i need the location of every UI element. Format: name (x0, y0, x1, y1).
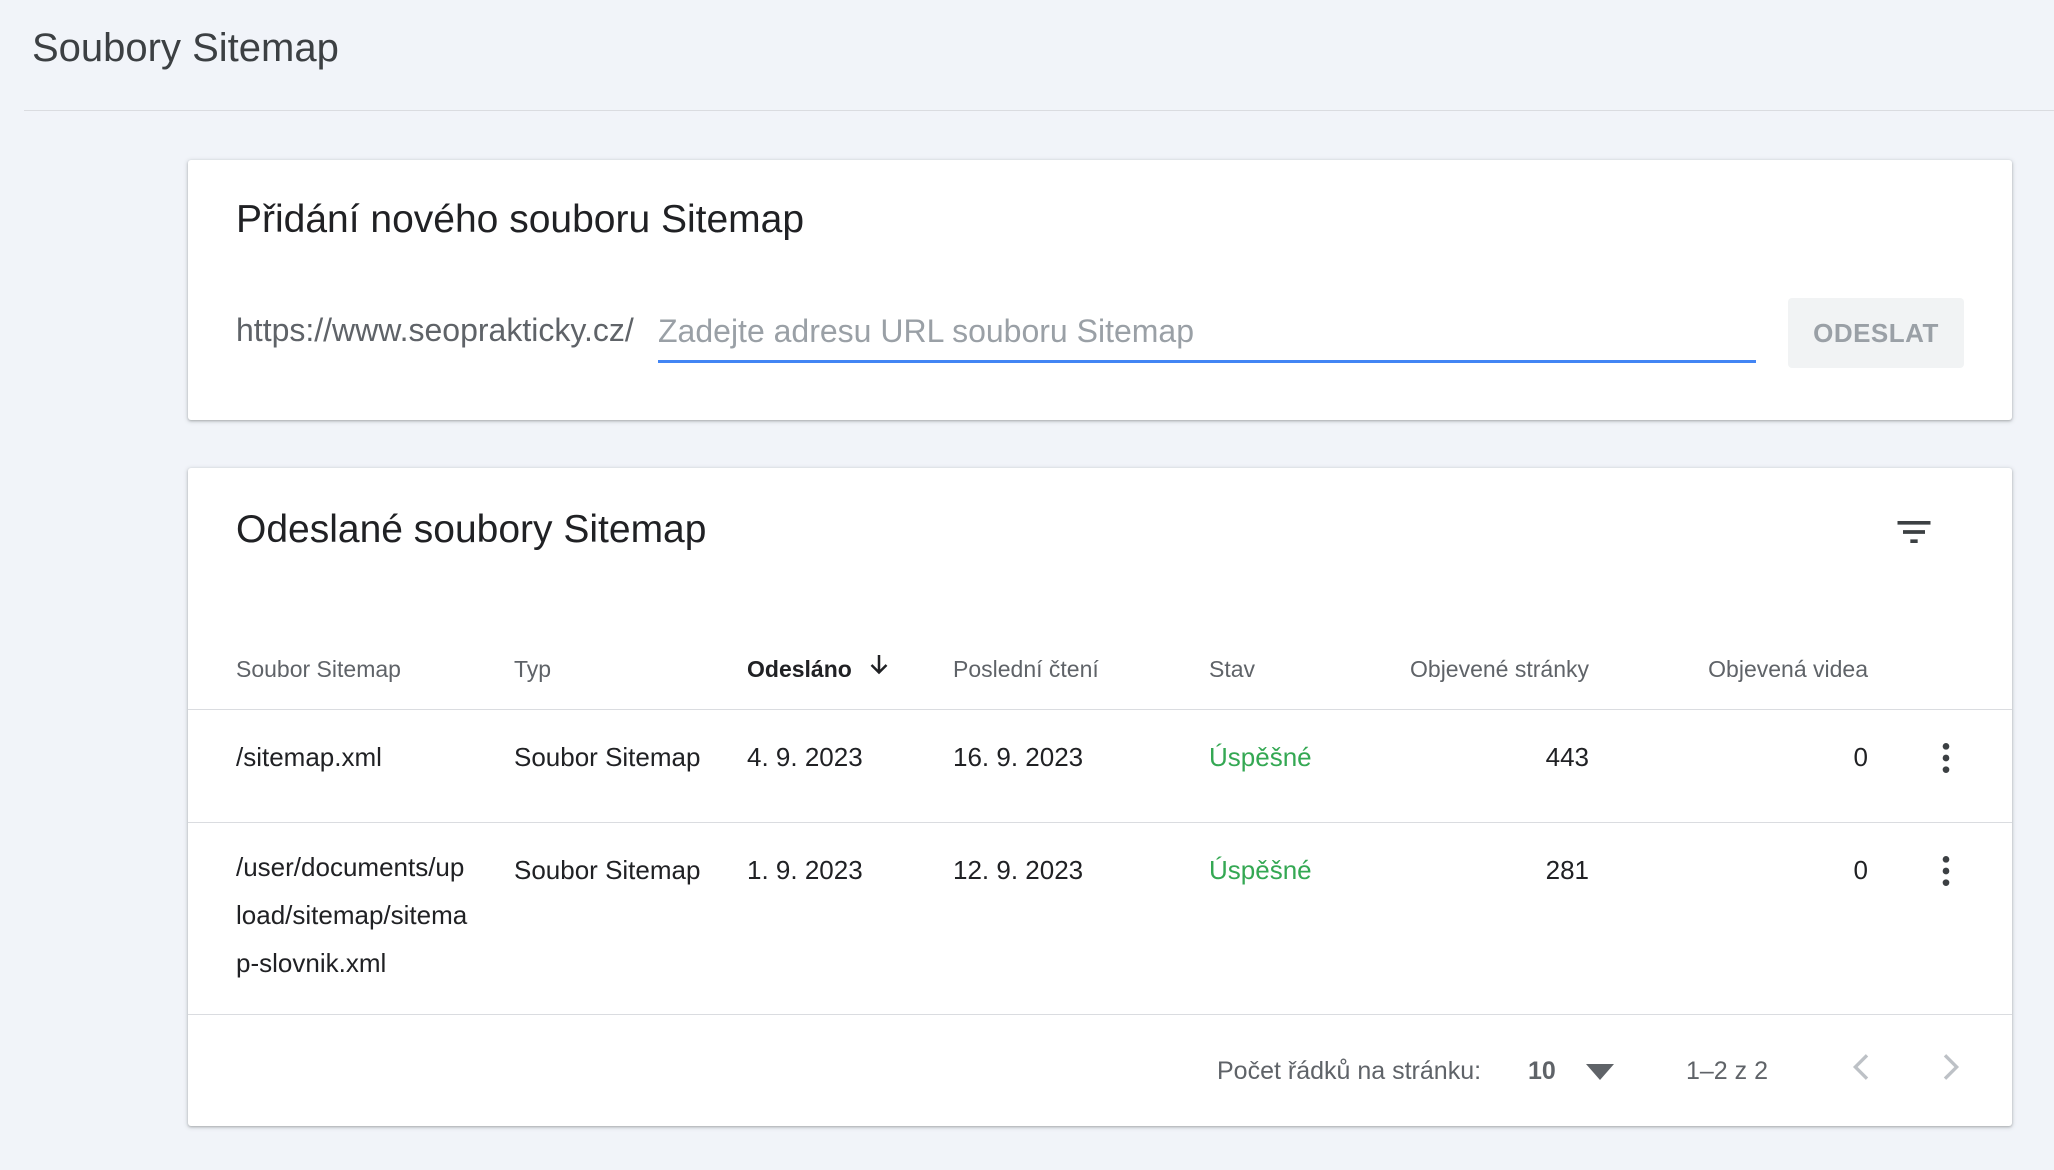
chevron-right-icon[interactable] (1930, 1047, 1970, 1087)
cell-file: /sitemap.xml (236, 742, 382, 772)
column-header-pages[interactable]: Objevené stránky (1410, 656, 1589, 683)
cell-status: Úspěšné (1209, 742, 1312, 772)
column-header-file[interactable]: Soubor Sitemap (236, 656, 401, 683)
more-vert-icon[interactable] (1926, 851, 1966, 891)
submit-button[interactable]: ODESLAT (1788, 298, 1964, 368)
add-sitemap-title: Přidání nového souboru Sitemap (236, 198, 805, 241)
cell-submitted: 1. 9. 2023 (747, 855, 863, 885)
cell-pages: 443 (1545, 742, 1589, 772)
cell-videos: 0 (1853, 742, 1868, 772)
cell-type: Soubor Sitemap (514, 742, 701, 772)
table-row[interactable]: /sitemap.xml Soubor Sitemap 4. 9. 2023 1… (188, 710, 2012, 823)
rows-per-page-value: 10 (1528, 1057, 1556, 1085)
column-header-last-read[interactable]: Poslední čtení (953, 656, 1099, 683)
cell-file: /user/documents/upload/sitemap/sitemap-s… (236, 852, 468, 978)
cell-last-read: 16. 9. 2023 (953, 742, 1084, 772)
cell-type: Soubor Sitemap (514, 855, 701, 885)
column-header-status[interactable]: Stav (1209, 656, 1255, 683)
column-header-type[interactable]: Typ (514, 656, 551, 683)
page-header: Soubory Sitemap (24, 0, 2054, 111)
submitted-sitemaps-card: Odeslané soubory Sitemap Soubor Sitemap … (188, 468, 2012, 1126)
chevron-left-icon[interactable] (1842, 1047, 1882, 1087)
rows-per-page-select[interactable]: 10 (1528, 1049, 1628, 1093)
column-header-submitted[interactable]: Odesláno (747, 656, 852, 683)
table-header: Soubor Sitemap Typ Odesláno Poslední čte… (188, 618, 2012, 710)
table-pagination: Počet řádků na stránku: 10 1–2 z 2 (188, 1015, 2012, 1126)
column-header-videos[interactable]: Objevená videa (1708, 656, 1868, 683)
pagination-range: 1–2 z 2 (1686, 1057, 1769, 1085)
cell-videos: 0 (1853, 855, 1868, 885)
submitted-sitemaps-title: Odeslané soubory Sitemap (236, 508, 707, 551)
add-sitemap-card: Přidání nového souboru Sitemap https://w… (188, 160, 2012, 420)
cell-status: Úspěšné (1209, 855, 1312, 885)
sitemap-url-input[interactable] (658, 306, 1756, 363)
arrow-down-icon[interactable] (864, 650, 894, 680)
filter-list-icon[interactable] (1892, 510, 1936, 554)
more-vert-icon[interactable] (1926, 738, 1966, 778)
cell-pages: 281 (1545, 855, 1589, 885)
cell-last-read: 12. 9. 2023 (953, 855, 1084, 885)
caret-down-icon (1586, 1064, 1614, 1080)
page-title: Soubory Sitemap (32, 26, 339, 70)
rows-per-page-label: Počet řádků na stránku: (1217, 1057, 1482, 1085)
cell-submitted: 4. 9. 2023 (747, 742, 863, 772)
table-row[interactable]: /user/documents/upload/sitemap/sitemap-s… (188, 823, 2012, 1015)
url-prefix: https://www.seoprakticky.cz/ (236, 312, 634, 348)
